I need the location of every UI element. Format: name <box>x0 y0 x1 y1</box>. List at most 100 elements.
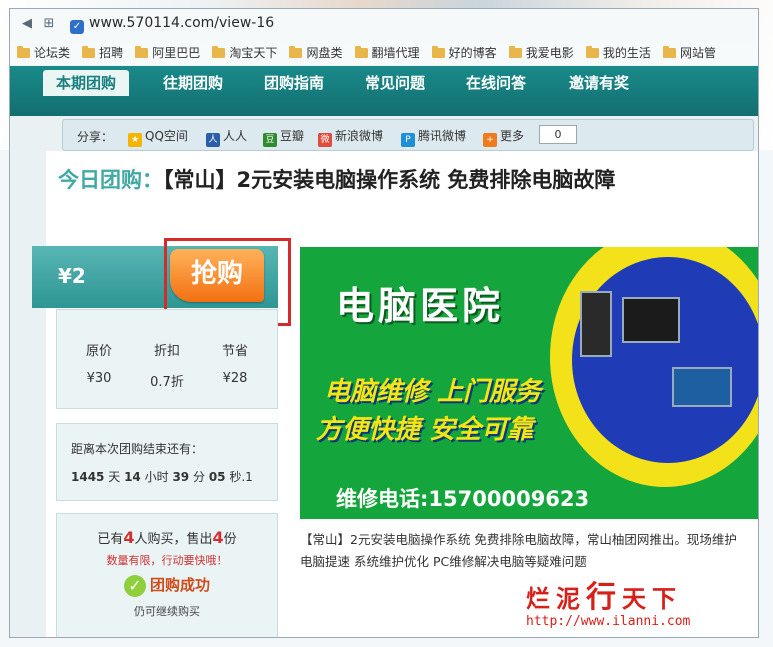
share-bar: 分享： ★ QQ空间 人人人 豆豆瓣 微新浪微博 P 腾讯微博 + 更多 0 <box>62 119 754 151</box>
sold-count: 已有4人购买，售出4份 <box>57 528 277 547</box>
bookmark-label: 淘宝天下 <box>229 46 278 60</box>
price-banner: ¥2 抢购 <box>32 238 291 326</box>
tab-invite[interactable]: 邀请有奖 <box>556 70 642 96</box>
tab-current-deals[interactable]: 本期团购 <box>43 70 129 96</box>
stat-label: 节省 <box>221 344 248 359</box>
share-item-label: 更多 <box>500 129 525 143</box>
tab-faq[interactable]: 常见问题 <box>352 70 438 96</box>
bookmark-item[interactable]: 我爱电影 <box>508 41 574 65</box>
success-label: 团购成功 <box>149 576 210 594</box>
back-icon[interactable]: ◀ <box>18 15 36 33</box>
folder-icon <box>508 46 522 58</box>
watermark-text: 烂泥行天下 <box>526 572 756 616</box>
bookmark-item[interactable]: 论坛类 <box>17 41 70 65</box>
address-bar: ◀ ⊞ ✓ www.570114.com/view-16 <box>10 9 758 41</box>
share-item-label: 豆瓣 <box>280 129 305 143</box>
watermark-url: http://www.ilanni.com <box>526 614 691 629</box>
share-qzone[interactable]: ★ QQ空间 <box>128 127 188 147</box>
countdown-box: 距离本次团购结束还有： 1445 天 14 小时 39 分 05 秒.1 <box>56 423 278 501</box>
bookmark-label: 网站管 <box>679 46 716 60</box>
stat-original: 原价 ¥30 <box>69 340 129 386</box>
folder-icon <box>662 46 676 58</box>
stat-value: ¥28 <box>222 371 248 386</box>
pc-tower-icon <box>580 291 612 357</box>
ad-slogan-1: 电脑维修 上门服务 <box>324 377 542 407</box>
deal-image: 电脑医院 电脑维修 上门服务 方便快捷 安全可靠 维修电话:1570000962… <box>300 247 758 519</box>
bookmark-label: 网盘类 <box>306 46 343 60</box>
buyer-count: 4 <box>123 528 135 547</box>
countdown-seconds: 05 <box>208 470 226 484</box>
bookmark-item[interactable]: 翻墙代理 <box>354 41 420 65</box>
deal-description: 【常山】2元安装电脑操作系统 免费排除电脑故障，常山柚团网推出。现场维护 电脑提… <box>300 532 737 569</box>
countdown-unit: 小时 <box>144 470 169 484</box>
bookmark-item[interactable]: 我的生活 <box>585 41 651 65</box>
folder-icon <box>431 46 445 58</box>
laptop-icon <box>672 367 732 407</box>
countdown-unit: 秒.1 <box>229 470 253 484</box>
folder-icon <box>17 46 30 58</box>
bookmark-label: 好的博客 <box>448 46 497 60</box>
share-weibo[interactable]: 微新浪微博 <box>318 127 383 147</box>
tab-online-qa[interactable]: 在线问答 <box>453 70 539 96</box>
stat-label: 原价 <box>85 344 112 359</box>
bookmark-item[interactable]: 淘宝天下 <box>212 41 277 65</box>
countdown-label: 距离本次团购结束还有： <box>71 442 204 456</box>
deal-success: ✓ 团购成功 <box>57 574 277 597</box>
stat-value: ¥30 <box>86 371 112 386</box>
bookmark-item[interactable]: 好的博客 <box>431 41 497 65</box>
watermark-part: 行 <box>586 580 622 615</box>
bookmark-item[interactable]: 网站管 <box>662 41 716 65</box>
sales-box: 已有4人购买，售出4份 数量有限，行动要快哦！ ✓ 团购成功 仍可继续购买 <box>56 513 278 637</box>
url-field[interactable]: ✓ www.570114.com/view-16 <box>70 15 274 34</box>
tab-past-deals[interactable]: 往期团购 <box>150 70 236 96</box>
bookmark-label: 招聘 <box>99 46 124 60</box>
share-more[interactable]: + 更多 <box>483 127 524 147</box>
share-item-label: QQ空间 <box>145 129 188 143</box>
phone-label: 维修电话: <box>336 487 429 511</box>
folder-icon <box>82 46 96 58</box>
countdown-unit: 天 <box>108 470 121 484</box>
title-prefix: 今日团购： <box>58 168 163 192</box>
folder-icon <box>135 46 149 58</box>
qzone-icon: ★ <box>128 133 142 147</box>
monitor-icon <box>622 297 680 343</box>
deal-price: ¥2 <box>58 264 86 288</box>
countdown-days: 1445 <box>71 470 105 484</box>
sold-text: 已有 <box>97 532 124 547</box>
grid-icon[interactable]: ⊞ <box>40 15 58 33</box>
share-item-label: 新浪微博 <box>335 129 384 143</box>
watermark-part: 烂泥 <box>526 584 586 613</box>
bookmark-item[interactable]: 网盘类 <box>289 41 342 65</box>
countdown-unit: 分 <box>192 470 205 484</box>
folder-icon <box>289 46 303 58</box>
check-icon: ✓ <box>123 574 146 597</box>
countdown-timer: 1445 天 14 小时 39 分 05 秒.1 <box>71 468 253 485</box>
share-tencent-weibo[interactable]: P 腾讯微博 <box>401 127 466 147</box>
stat-value: 0.7折 <box>150 375 184 390</box>
share-douban[interactable]: 豆豆瓣 <box>263 127 304 147</box>
watermark: 烂泥行天下 http://www.ilanni.com <box>526 572 756 632</box>
stat-label: 折扣 <box>153 344 180 359</box>
url-text: www.570114.com/view-16 <box>89 15 275 31</box>
page-title: 今日团购：【常山】2元安装电脑操作系统 免费排除电脑故障 <box>58 163 748 197</box>
sold-text: 份 <box>223 532 237 547</box>
douban-icon: 豆 <box>263 133 277 147</box>
tab-guide[interactable]: 团购指南 <box>251 70 337 96</box>
bookmark-item[interactable]: 招聘 <box>82 41 123 65</box>
bookmark-item[interactable]: 阿里巴巴 <box>135 41 200 65</box>
share-label: 分享： <box>77 130 114 144</box>
watermark-part: 天下 <box>622 584 682 613</box>
price-stats: 原价 ¥30 折扣 0.7折 节省 ¥28 <box>56 309 278 409</box>
renren-icon: 人 <box>206 133 220 147</box>
stat-savings: 节省 ¥28 <box>205 340 265 386</box>
bookmark-label: 阿里巴巴 <box>152 46 201 60</box>
more-icon: + <box>483 133 497 147</box>
stat-discount: 折扣 0.7折 <box>137 340 197 390</box>
tencent-weibo-icon: P <box>401 133 415 147</box>
browser-window: ◀ ⊞ ✓ www.570114.com/view-16 论坛类 招聘 阿里巴巴 … <box>9 8 759 638</box>
countdown-minutes: 39 <box>172 470 190 484</box>
main-nav: 本期团购 往期团购 团购指南 常见问题 在线问答 邀请有奖 <box>10 66 758 116</box>
share-renren[interactable]: 人人人 <box>206 127 247 147</box>
bookmark-label: 我爱电影 <box>525 46 574 60</box>
share-item-label: 人人 <box>223 129 248 143</box>
